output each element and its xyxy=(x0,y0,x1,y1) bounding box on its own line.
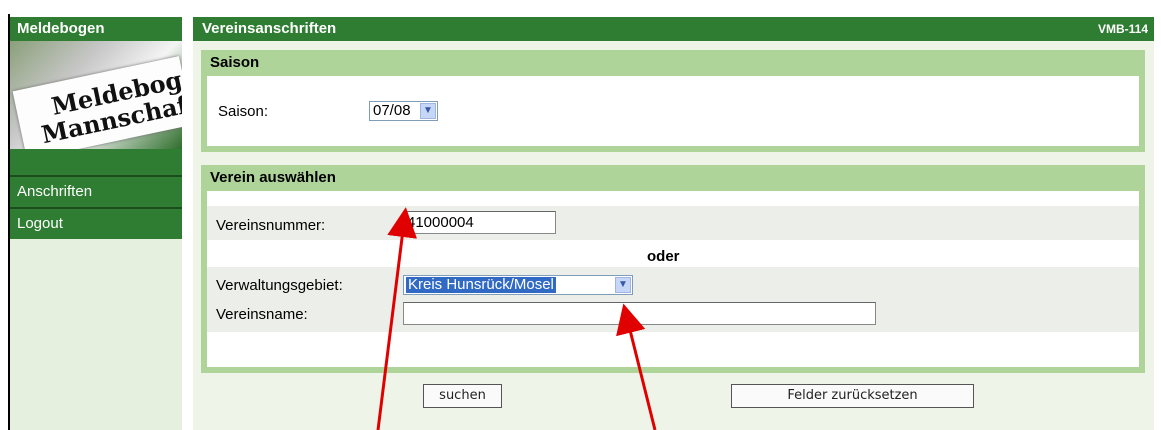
arrow-to-club-number xyxy=(376,207,418,430)
arrow-to-area-select xyxy=(616,303,657,430)
annotation-arrows xyxy=(376,207,657,430)
